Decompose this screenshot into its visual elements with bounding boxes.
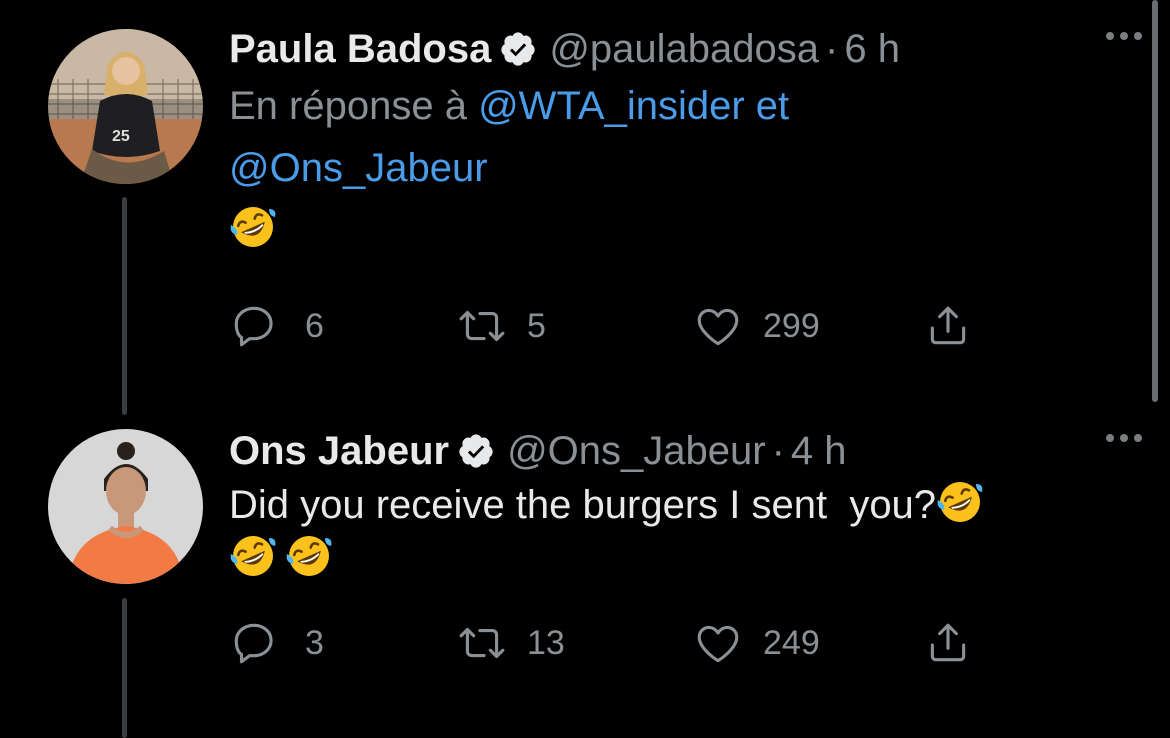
timestamp[interactable]: 4 h [791,428,847,474]
verified-badge-icon [499,30,537,68]
tweet-paula-badosa[interactable]: 25 Paula Badosa @paulabadosa · 6 h En ré… [0,0,1150,420]
verified-badge-icon [457,432,495,470]
retweet-icon [457,301,507,351]
retweet-button[interactable]: 5 [457,301,546,351]
like-count: 249 [763,623,820,662]
avatar[interactable] [48,429,203,584]
like-button[interactable]: 299 [693,301,820,351]
svg-text:25: 25 [112,128,130,145]
tweet-text-content: Did you receive the burgers I sent you? [229,483,937,527]
reply-button[interactable]: 3 [229,618,324,668]
tweet-text [229,203,1150,257]
retweet-count: 5 [527,306,546,345]
tweet-ons-jabeur[interactable]: Ons Jabeur @Ons_Jabeur · 4 h Did you rec… [0,420,1150,738]
share-button[interactable] [923,301,973,351]
rolling-on-the-floor-laughing-emoji-icon [229,203,277,251]
tweet-body: Ons Jabeur @Ons_Jabeur · 4 h Did you rec… [229,428,1150,586]
action-bar: 3 13 249 [229,618,989,670]
tweet-body: Paula Badosa @paulabadosa · 6 h En répon… [229,26,1150,257]
reply-button[interactable]: 6 [229,301,324,351]
more-options-icon[interactable] [1106,32,1142,40]
thread-line [122,197,127,415]
thread-line [122,598,127,738]
retweet-count: 13 [527,623,565,662]
separator-dot: · [825,27,839,71]
mention-link[interactable]: @WTA_insider [478,84,745,128]
reply-count: 6 [305,306,324,345]
share-icon [923,301,973,351]
author-name[interactable]: Ons Jabeur [229,428,449,474]
reply-icon [229,618,279,668]
reply-count: 3 [305,623,324,662]
retweet-button[interactable]: 13 [457,618,565,668]
author-name[interactable]: Paula Badosa [229,26,491,72]
author-handle[interactable]: @paulabadosa [549,26,819,72]
like-count: 299 [763,306,820,345]
mention-link[interactable]: @Ons_Jabeur [229,146,488,190]
tweet-header: Paula Badosa @paulabadosa · 6 h [229,26,1150,72]
reply-icon [229,301,279,351]
tweet-header: Ons Jabeur @Ons_Jabeur · 4 h [229,428,1150,474]
rolling-on-the-floor-laughing-emoji-icon [285,532,333,580]
timestamp[interactable]: 6 h [844,26,900,72]
retweet-icon [457,618,507,668]
tweet-text: Did you receive the burgers I sent you? [229,478,1150,586]
reply-prefix: En réponse à [229,84,467,128]
heart-icon [693,618,743,668]
share-button[interactable] [923,618,973,668]
more-options-icon[interactable] [1106,434,1142,442]
scrollbar[interactable] [1152,0,1158,402]
separator-dot: · [771,429,785,473]
like-button[interactable]: 249 [693,618,820,668]
action-bar: 6 5 299 [229,301,989,353]
reply-context: En réponse à @WTA_insider et @Ons_Jabeur [229,75,1150,199]
rolling-on-the-floor-laughing-emoji-icon [936,478,984,526]
author-handle[interactable]: @Ons_Jabeur [507,428,766,474]
rolling-on-the-floor-laughing-emoji-icon [229,532,277,580]
avatar[interactable]: 25 [48,29,203,184]
heart-icon [693,301,743,351]
share-icon [923,618,973,668]
reply-joiner: et [755,84,790,128]
